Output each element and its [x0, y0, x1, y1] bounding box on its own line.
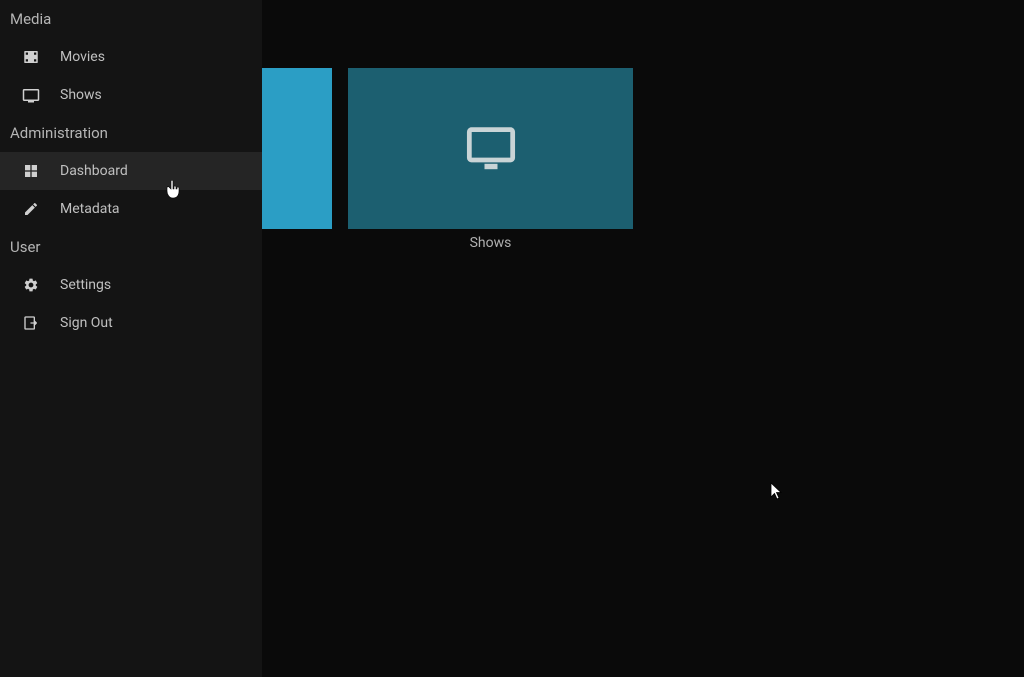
tv-icon — [461, 121, 521, 177]
sidebar-item-label: Settings — [60, 277, 111, 293]
sidebar-item-label: Shows — [60, 87, 102, 103]
sidebar-item-settings[interactable]: Settings — [0, 266, 262, 304]
tv-icon — [22, 86, 40, 104]
sidebar: Media Movies Shows Administration — [0, 0, 262, 677]
library-card-shows[interactable] — [348, 68, 633, 229]
sidebar-item-label: Sign Out — [60, 315, 113, 331]
section-header-media: Media — [0, 0, 262, 38]
sidebar-item-label: Metadata — [60, 201, 120, 217]
main-content: Shows — [262, 0, 1024, 677]
gear-icon — [22, 276, 40, 294]
edit-icon — [22, 200, 40, 218]
sidebar-item-label: Dashboard — [60, 163, 128, 179]
movies-icon — [22, 48, 40, 66]
section-header-administration: Administration — [0, 114, 262, 152]
section-header-user: User — [0, 228, 262, 266]
sidebar-item-movies[interactable]: Movies — [0, 38, 262, 76]
sidebar-item-label: Movies — [60, 49, 105, 65]
sidebar-item-signout[interactable]: Sign Out — [0, 304, 262, 342]
sidebar-item-metadata[interactable]: Metadata — [0, 190, 262, 228]
signout-icon — [22, 314, 40, 332]
sidebar-item-shows[interactable]: Shows — [0, 76, 262, 114]
dashboard-icon — [22, 162, 40, 180]
library-card-label: Shows — [348, 235, 633, 251]
library-card-partial[interactable] — [262, 68, 332, 229]
sidebar-item-dashboard[interactable]: Dashboard — [0, 152, 262, 190]
